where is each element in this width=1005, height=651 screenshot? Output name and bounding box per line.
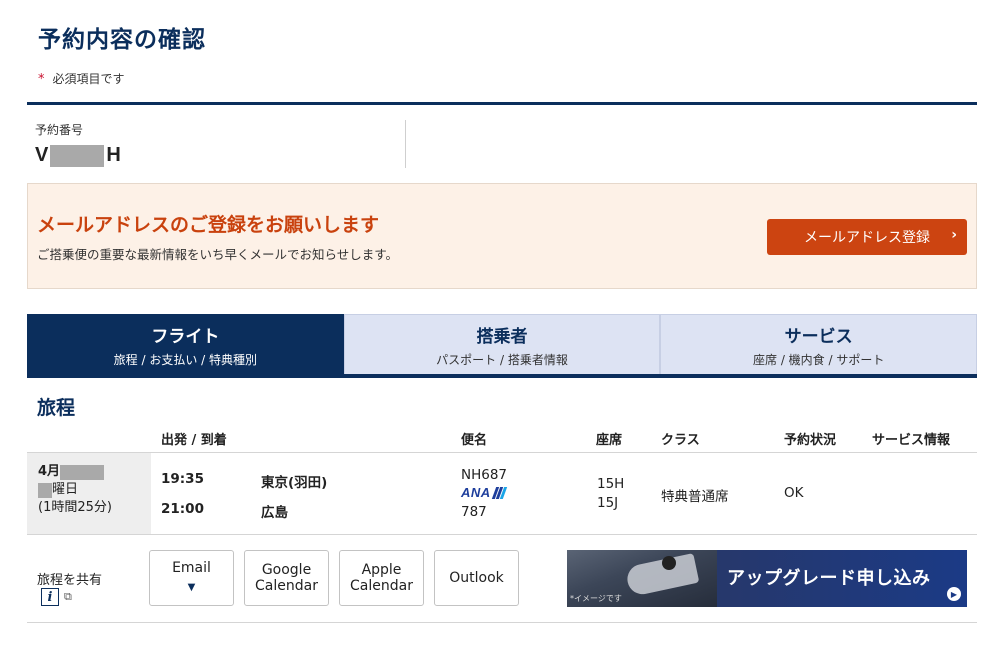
page-title: 予約内容の確認 [38,27,206,53]
chevron-right-icon: › [951,227,957,243]
fare-class: 特典普通席 [661,489,729,505]
required-note: * 必須項目です [38,70,125,87]
seat-1: 15H [597,476,625,492]
apple-calendar-label-line1: Apple [361,562,402,578]
share-email-button[interactable]: Email ▼ [149,550,234,606]
flight-weekday: 曜日 [38,481,151,499]
image-note: *イメージです [570,594,622,603]
bottom-divider [27,622,977,623]
arrive-airport: 広島 [261,505,288,521]
booking-tabs: フライト 旅程 / お支払い / 特典種別 搭乗者 パスポート / 搭乗者情報 … [27,314,978,378]
ana-logo: ANA [461,485,507,500]
header-divider [27,102,977,105]
seat-2: 15J [597,495,619,511]
ana-logo-stripes [491,486,507,499]
share-apple-calendar-button[interactable]: Apple Calendar [339,550,424,606]
header-depart-arrive: 出発 / 到着 [161,433,227,448]
share-outlook-button[interactable]: Outlook [434,550,519,606]
email-banner-title: メールアドレスのご登録をお願いします [37,214,380,236]
tab-passenger-title: 搭乗者 [476,326,528,347]
register-email-button-label: メールアドレス登録 [804,230,930,246]
share-itinerary-label: 旅程を共有 [37,573,103,588]
header-service: サービス情報 [872,433,951,448]
share-info-icons: i ⧉ [41,588,72,606]
tab-flight[interactable]: フライト 旅程 / お支払い / 特典種別 [27,314,344,374]
share-google-calendar-button[interactable]: Google Calendar [244,550,329,606]
tab-service-subtitle: 座席 / 機内食 / サポート [753,352,885,367]
register-email-button[interactable]: メールアドレス登録 › [767,219,967,255]
required-star: * [38,72,45,87]
tab-passenger-subtitle: パスポート / 搭乗者情報 [436,352,568,367]
booking-status: OK [784,485,804,501]
tab-flight-title: フライト [151,326,220,347]
flight-date-month: 4月 [38,464,61,479]
external-link-icon[interactable]: ⧉ [64,590,72,604]
flight-date-cell: 4月 曜日 (1時間25分) [27,453,151,534]
google-calendar-label-line1: Google [261,562,312,578]
redacted-block [60,464,105,480]
redacted-block [50,144,105,167]
caret-down-icon: ▼ [187,582,196,593]
passenger-illustration [662,556,676,570]
redacted-block [38,482,52,498]
aircraft-type: 787 [461,504,487,520]
flight-weekday-suffix: 曜日 [52,482,79,497]
depart-airport: 東京(羽田) [261,475,328,491]
cabin-photo: *イメージです [567,550,717,607]
booking-number-prefix: V [35,144,49,166]
table-divider [27,534,977,535]
booking-number-label: 予約番号 [35,123,84,137]
share-email-label: Email [172,560,211,576]
tab-service-title: サービス [784,326,853,347]
depart-time: 19:35 [161,471,204,487]
header-class: クラス [661,433,700,448]
tab-flight-subtitle: 旅程 / お支払い / 特典種別 [113,352,258,367]
google-calendar-label-line2: Calendar [255,578,318,594]
outlook-label: Outlook [449,570,504,586]
header-seat: 座席 [596,433,623,448]
booking-divider [405,120,406,168]
apple-calendar-label-line2: Calendar [350,578,413,594]
header-flight: 便名 [461,433,488,448]
flight-duration: (1時間25分) [38,500,112,515]
header-status: 予約状況 [784,433,837,448]
booking-number-block: 予約番号 V H [35,121,121,167]
tab-passenger[interactable]: 搭乗者 パスポート / 搭乗者情報 [343,314,661,374]
flight-date: 4月 [38,463,151,481]
upgrade-banner[interactable]: *イメージです アップグレード申し込み ▶ [567,550,967,607]
tab-service[interactable]: サービス 座席 / 機内食 / サポート [660,314,978,374]
ana-logo-text: ANA [461,485,491,500]
booking-number-suffix: H [106,144,121,166]
required-note-text: 必須項目です [52,72,125,86]
arrow-right-icon: ▶ [947,587,961,601]
booking-number: V H [35,144,121,167]
info-icon[interactable]: i [41,588,59,606]
table-divider [27,452,977,453]
email-registration-banner: メールアドレスのご登録をお願いします ご搭乗便の重要な最新情報をいち早くメールで… [27,183,977,289]
email-banner-description: ご搭乗便の重要な最新情報をいち早くメールでお知らせします。 [37,247,399,262]
upgrade-banner-text: アップグレード申し込み [727,568,931,589]
itinerary-section-title: 旅程 [37,397,76,419]
flight-number: NH687 [461,467,508,483]
arrive-time: 21:00 [161,501,204,517]
